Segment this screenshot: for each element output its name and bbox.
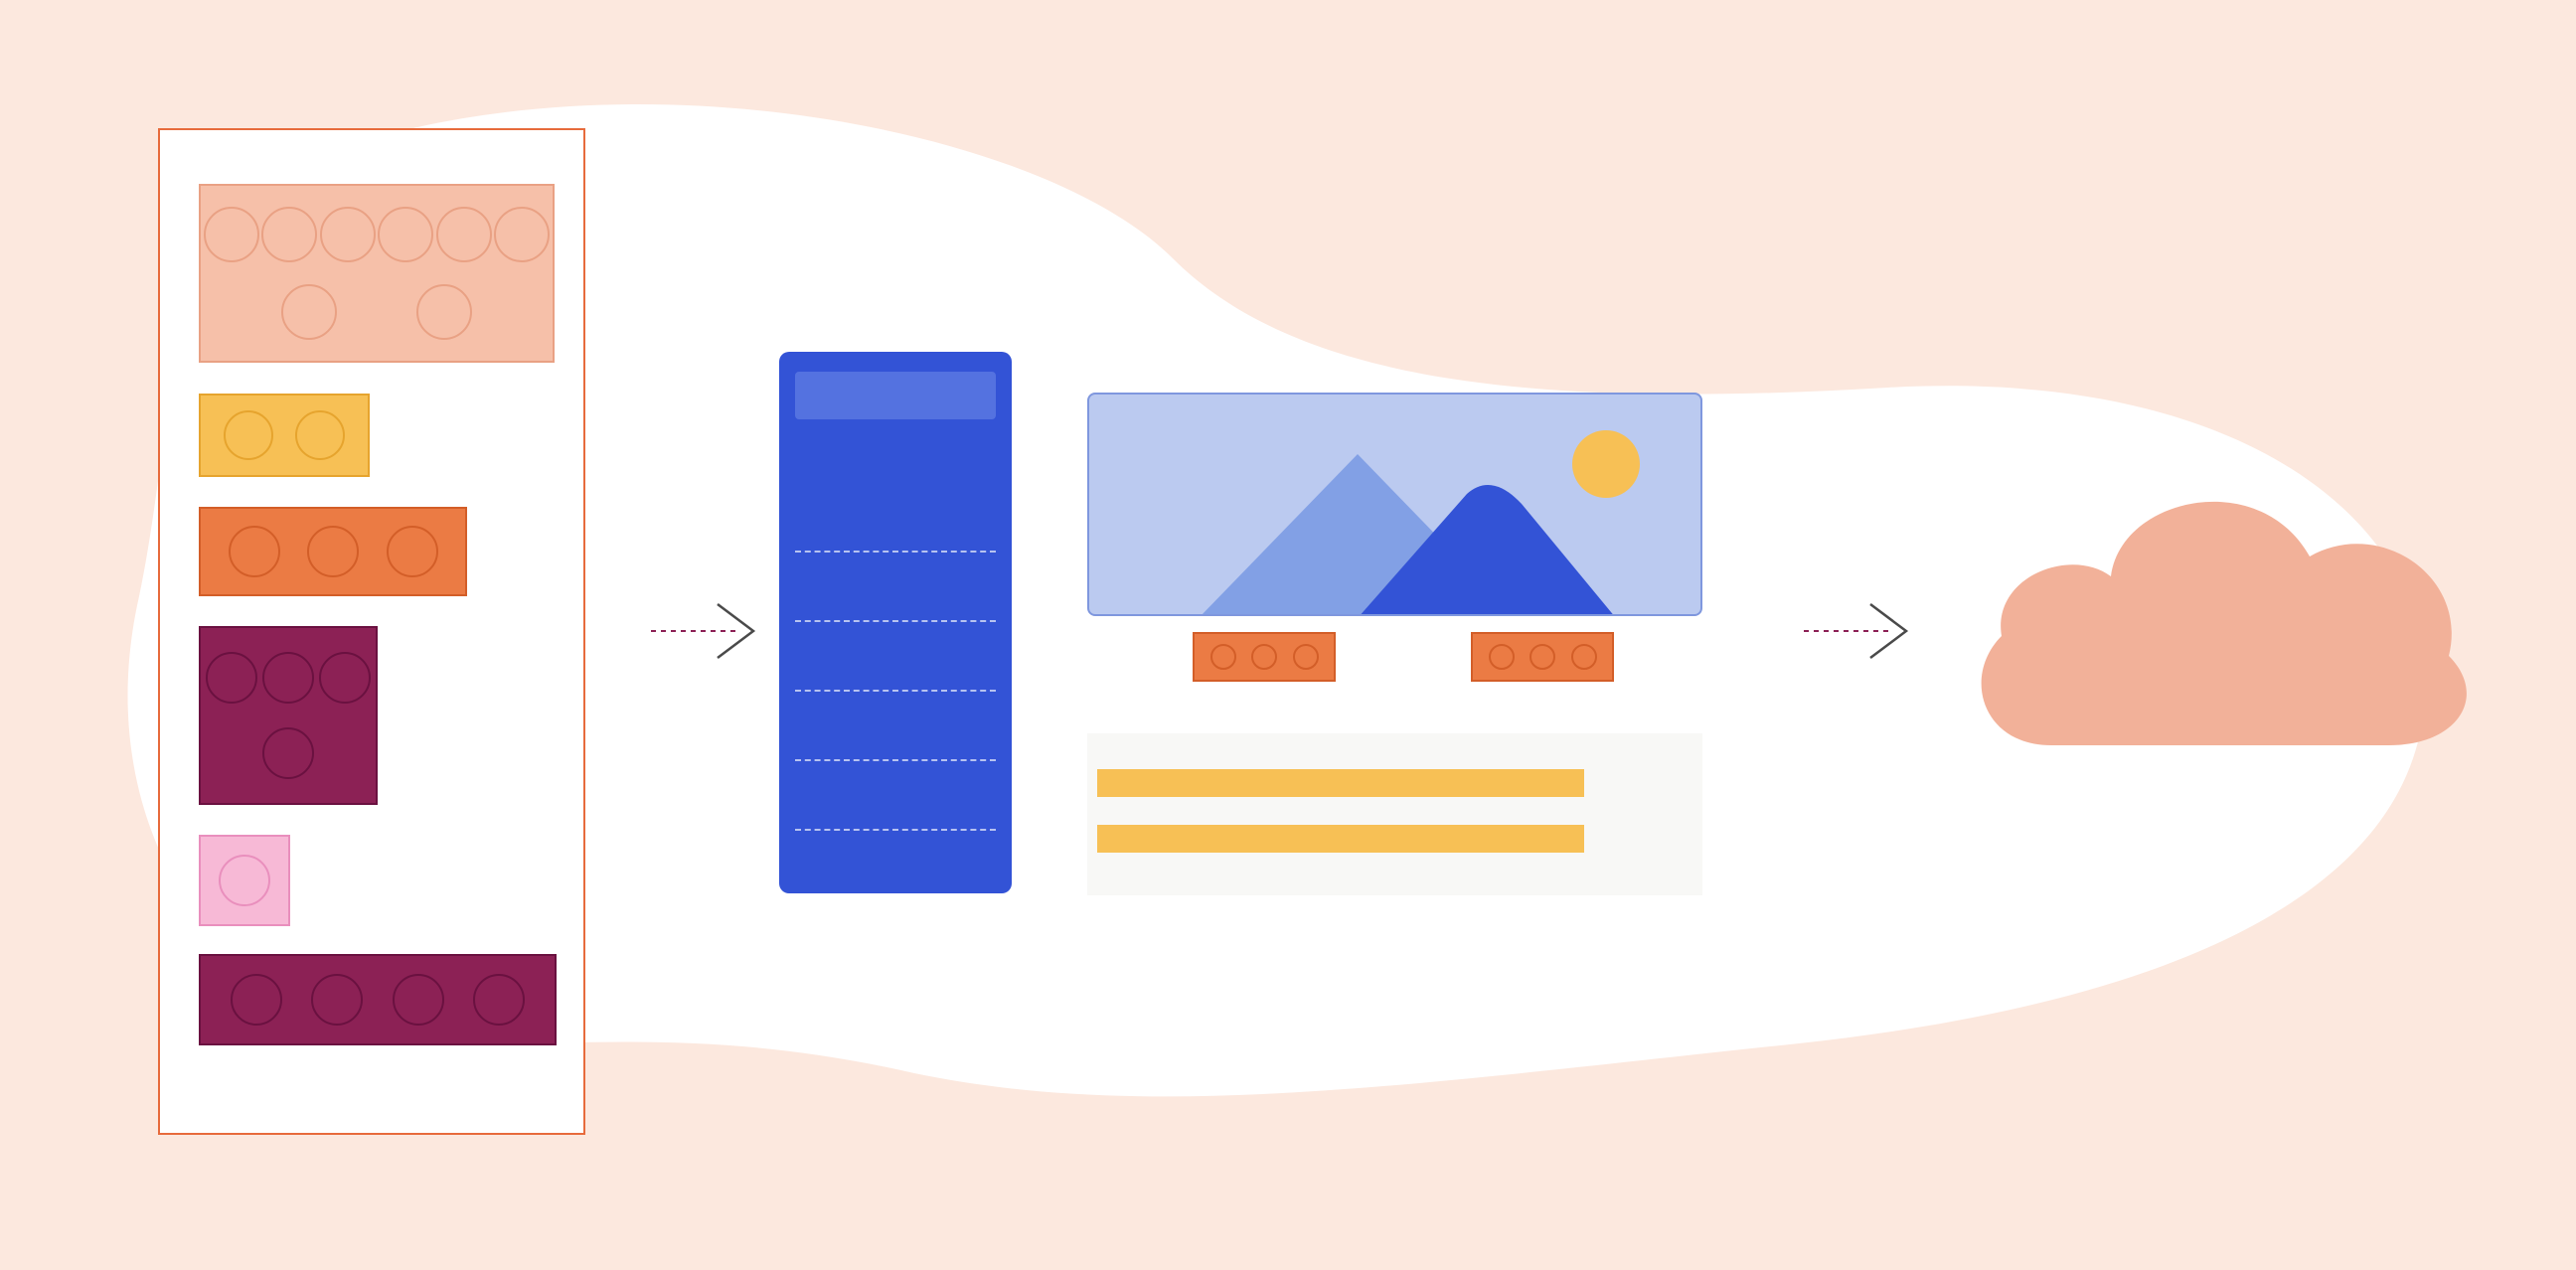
brick-yellow-2x1 [199, 394, 370, 477]
sidebar-item [795, 620, 996, 622]
cloud-icon [1962, 447, 2483, 765]
content-bar [1097, 825, 1584, 853]
arrow-icon [646, 586, 765, 676]
brick-orange-3x1 [199, 507, 467, 596]
sidebar-item [795, 690, 996, 692]
brick-pink-1x1 [199, 835, 290, 926]
brick-magenta-4x1 [199, 954, 557, 1045]
brick-magenta-2x2 [199, 626, 378, 805]
cta-brick-right [1471, 632, 1614, 682]
sidebar-item [795, 829, 996, 831]
sidebar-header [795, 372, 996, 419]
sidebar-item [795, 551, 996, 553]
cta-brick-left [1193, 632, 1336, 682]
content-block [1087, 733, 1702, 895]
content-bar [1097, 769, 1584, 797]
brick-peach-4x2 [199, 184, 555, 363]
hero-image [1087, 393, 1702, 616]
layout-sidebar [779, 352, 1012, 893]
sidebar-item [795, 759, 996, 761]
arrow-icon [1799, 586, 1918, 676]
